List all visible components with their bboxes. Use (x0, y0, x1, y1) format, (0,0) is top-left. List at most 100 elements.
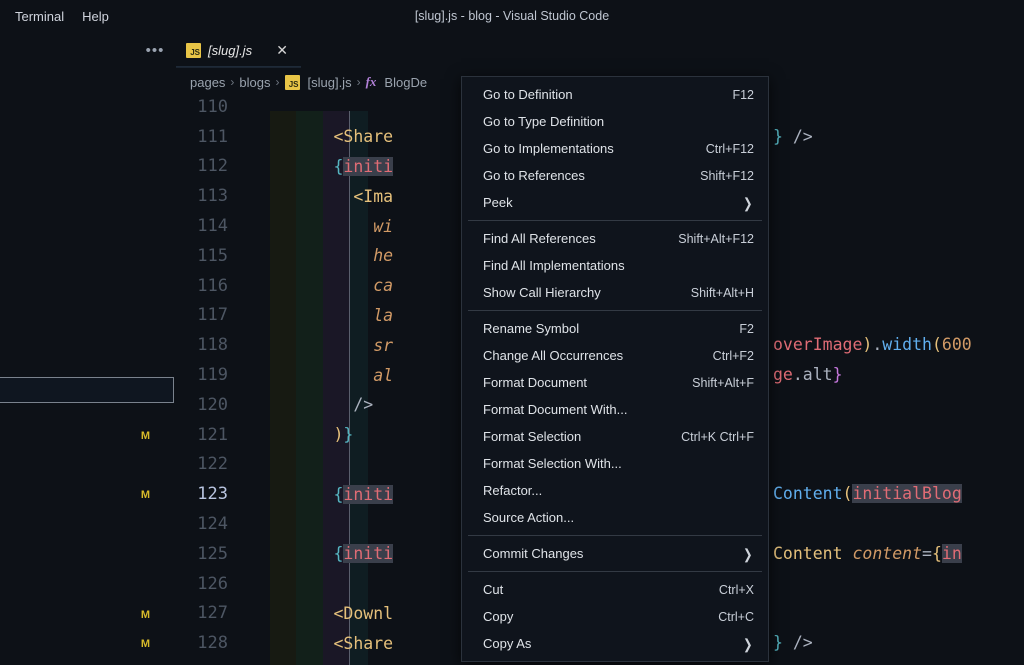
menu-item-format-selection-with[interactable]: Format Selection With... (462, 450, 768, 477)
code-token: initi (343, 484, 394, 504)
menu-item-shortcut: Shift+F12 (700, 168, 754, 183)
line-number: 116 (197, 275, 228, 296)
window-title: [slug].js - blog - Visual Studio Code (414, 9, 610, 23)
menu-item-label: Go to Implementations (483, 141, 614, 156)
breadcrumb-separator: › (230, 75, 235, 89)
modified-marker: M (140, 429, 150, 442)
line-number: 120 (197, 394, 228, 415)
menu-item-shortcut: Shift+Alt+F12 (678, 231, 754, 246)
menubar-item-terminal[interactable]: Terminal (6, 6, 73, 27)
modified-marker: M (140, 608, 150, 621)
menu-item-format-document[interactable]: Format Document Shift+Alt+F (462, 369, 768, 396)
menu-item-change-all-occurrences[interactable]: Change All Occurrences Ctrl+F2 (462, 342, 768, 369)
menu-item-label: Refactor... (483, 483, 543, 498)
close-icon[interactable]: ✕ (273, 41, 291, 59)
menu-item-go-to-references[interactable]: Go to References Shift+F12 (462, 162, 768, 189)
editor-context-menu[interactable]: Go to Definition F12 Go to Type Definition… (461, 76, 769, 662)
line-number: 124 (197, 514, 228, 535)
menu-item-source-action[interactable]: Source Action... (462, 504, 768, 531)
menu-item-peek[interactable]: Peek ❯ (462, 189, 768, 216)
code-token: he (373, 246, 394, 266)
code-token: initi (343, 156, 394, 176)
code-token: <Share (333, 633, 394, 653)
line-number: 112 (197, 156, 228, 177)
menu-item-label: Rename Symbol (483, 321, 580, 336)
line-number: 111 (197, 126, 228, 147)
line-number: 119 (197, 365, 228, 386)
menu-item-copy-as[interactable]: Copy As ❯ (462, 630, 768, 657)
chevron-right-icon: ❯ (743, 545, 753, 562)
menu-item-commit-changes[interactable]: Commit Changes ❯ (462, 540, 768, 567)
menu-item-format-selection[interactable]: Format Selection Ctrl+K Ctrl+F (462, 423, 768, 450)
menu-item-shortcut: F12 (732, 87, 754, 102)
menu-item-go-to-implementations[interactable]: Go to Implementations Ctrl+F12 (462, 135, 768, 162)
code-token: la (373, 305, 394, 325)
menu-item-shortcut: Ctrl+F2 (712, 348, 754, 363)
menu-item-label: Commit Changes (483, 546, 584, 561)
menu-item-label: Cut (483, 582, 504, 597)
line-number: 113 (197, 186, 228, 207)
menubar-item-help[interactable]: Help (73, 6, 118, 27)
breadcrumb-item-blogde[interactable]: BlogDe (384, 75, 427, 90)
menu-item-label: Peek (483, 195, 513, 210)
line-number: 114 (197, 216, 228, 237)
menu-item-show-call-hierarchy[interactable]: Show Call Hierarchy Shift+Alt+H (462, 279, 768, 306)
menu-item-copy[interactable]: Copy Ctrl+C (462, 603, 768, 630)
line-number: 127 (197, 603, 228, 624)
code-token: ca (373, 276, 394, 296)
breadcrumb-separator: › (275, 75, 280, 89)
menu-item-go-to-definition[interactable]: Go to Definition F12 (462, 81, 768, 108)
js-file-icon: JS (284, 74, 300, 90)
chevron-right-icon: ❯ (743, 194, 753, 211)
menu-item-cut[interactable]: Cut Ctrl+X (462, 576, 768, 603)
code-token: <Downl (333, 603, 394, 623)
menu-item-go-to-type-definition[interactable]: Go to Type Definition (462, 108, 768, 135)
menu-item-shortcut: Ctrl+C (718, 609, 754, 624)
menu-item-label: Format Document (483, 375, 588, 390)
menu-separator (468, 535, 762, 536)
breadcrumb-item-pages[interactable]: pages (190, 75, 225, 90)
menu-item-refactor[interactable]: Refactor... (462, 477, 768, 504)
menu-item-shortcut: Ctrl+X (718, 582, 754, 597)
breadcrumb-item-slugjs[interactable]: [slug].js (308, 75, 352, 90)
code-token: al (373, 365, 394, 385)
menu-item-find-all-implementations[interactable]: Find All Implementations (462, 252, 768, 279)
menu-item-shortcut: Ctrl+F12 (705, 141, 754, 156)
menu-bar: Terminal Help (0, 0, 118, 32)
menu-item-label: Find All References (483, 231, 596, 246)
code-token: /> (353, 395, 374, 415)
tab-overflow-icon[interactable]: ••• (140, 33, 170, 68)
breadcrumb-item-blogs[interactable]: blogs (239, 75, 270, 90)
title-bar: Terminal Help [slug].js - blog - Visual S… (0, 0, 1024, 32)
menu-item-label: Copy (483, 609, 514, 624)
line-number: 126 (197, 573, 228, 594)
breadcrumb-separator: › (356, 75, 361, 89)
code-token: ) (333, 425, 344, 445)
menu-item-find-all-references[interactable]: Find All References Shift+Alt+F12 (462, 225, 768, 252)
editor-tab-slug-js[interactable]: JS [slug].js ✕ (176, 33, 302, 68)
line-number: 110 (197, 96, 228, 117)
modified-marker: M (140, 638, 150, 651)
code-token: wi (373, 216, 394, 236)
inline-input-box[interactable] (0, 377, 174, 403)
vscode-window: Terminal Help [slug].js - blog - Visual S… (0, 0, 1024, 665)
code-token: } (343, 425, 354, 445)
line-number: 123 (197, 484, 228, 505)
tab-label: [slug].js (208, 42, 253, 58)
menu-item-format-document-with[interactable]: Format Document With... (462, 396, 768, 423)
menu-item-shortcut: F2 (739, 321, 754, 336)
menu-item-shortcut: Shift+Alt+H (690, 285, 754, 300)
code-token: sr (373, 335, 394, 355)
line-number: 118 (197, 335, 228, 356)
menu-item-rename-symbol[interactable]: Rename Symbol F2 (462, 315, 768, 342)
